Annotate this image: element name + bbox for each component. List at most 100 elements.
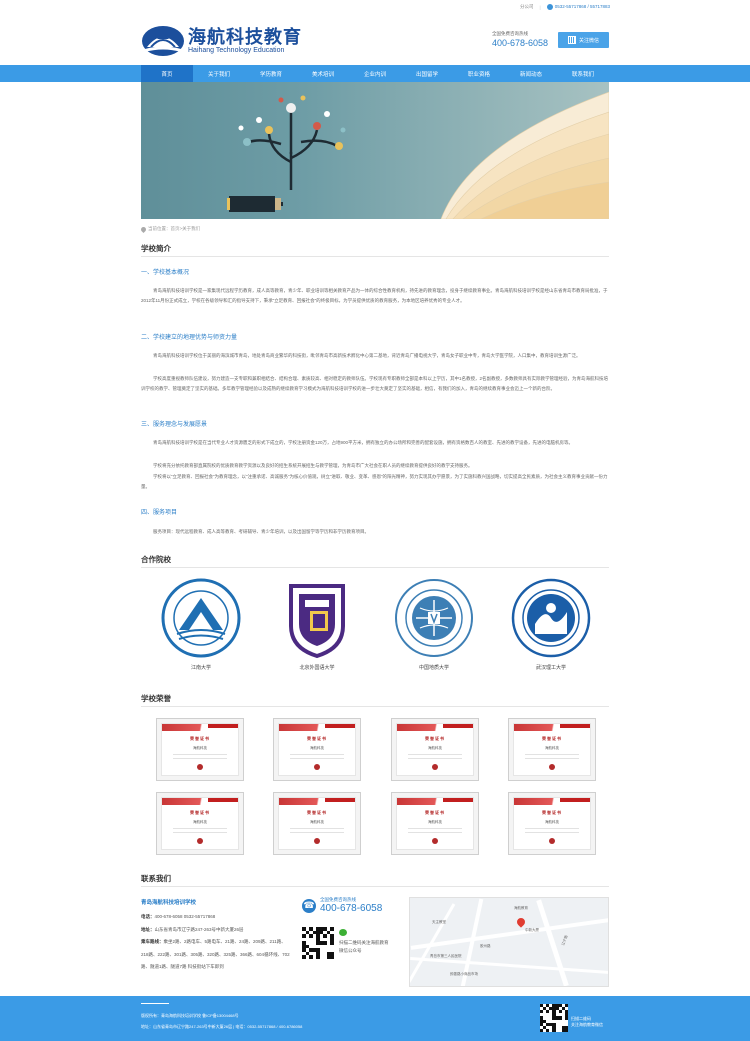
breadcrumb-text[interactable]: 当前位置：首页>关于我们 <box>148 226 200 232</box>
footer-copyright: 版权所有：青岛海航科技培训学校 鲁ICP备13004468号 <box>141 1013 239 1018</box>
nav-art[interactable]: 美术培训 <box>297 65 349 82</box>
partner-name: 江南大学 <box>190 665 211 671</box>
contact-address: 山东省青岛市辽宁路247-263号中新大厦26层 <box>154 926 244 932</box>
intro-paragraph-1-1: 青岛海航科技培训学校是一家集现代远程学历教育，成人高等教育，青少年、职业培训等相… <box>141 288 608 303</box>
hotline-label: 全国免费咨询热线 <box>492 31 528 36</box>
bfsu-seal-icon <box>289 584 345 658</box>
footer-wechat-desc: 关注海航教育微信 <box>571 1022 603 1027</box>
contact-phone: 400-678-6058 0532-55717868 <box>154 914 216 919</box>
brand-name-en: Haihang Technology Education <box>188 47 285 54</box>
certificate-card[interactable]: 荣誉证书 海航科技 <box>508 792 596 855</box>
header-hotline: 全国免费咨询热线 400-678-6058 <box>492 31 548 48</box>
contact-info: 青岛海航科技培训学校 电话：400-678-6058 0532-55717868… <box>141 898 291 974</box>
certificate-name: 海航科技 <box>545 820 559 824</box>
certificate-card[interactable]: 荣誉证书 海航科技 <box>273 718 361 781</box>
cug-seal-icon <box>395 579 473 657</box>
hero-banner <box>141 82 609 219</box>
whut-seal-icon <box>511 578 591 658</box>
seal-icon <box>197 838 203 844</box>
phone-icon <box>546 4 553 10</box>
intro-heading-3: 三、服务理念与发展愿景 <box>141 422 208 428</box>
seal-icon <box>432 764 438 770</box>
wechat-icon <box>339 929 347 936</box>
phone-label: 电话： <box>141 914 155 919</box>
certificate-card[interactable]: 荣誉证书 海航科技 <box>508 718 596 781</box>
certificate-card[interactable]: 荣誉证书 海航科技 <box>391 792 479 855</box>
phone-circle-icon: ☎ <box>302 898 316 913</box>
intro-paragraph-3-2: 学校将充分依托教育部直属院校的优质教育教学资源以及良好的招生系统开展招生与教学管… <box>153 463 473 468</box>
certificate-card[interactable]: 荣誉证书 海航科技 <box>391 718 479 781</box>
map-label: 胶州路 <box>480 944 491 948</box>
nav-study-abroad[interactable]: 出国留学 <box>401 65 453 82</box>
certificate-title: 荣誉证书 <box>307 810 327 815</box>
intro-paragraph-2-2: 学校高度重视教师队伍建设，努力建造一支专职和兼职相结合、结构合理、素质较高、相对… <box>141 376 608 391</box>
intro-paragraph-4-1: 服务项目：现代远程教育、成人高等教育、考研辅导、青少年培训，以及出国留学等学历和… <box>153 529 369 534</box>
follow-wechat-label: 关注微信 <box>578 37 599 44</box>
certificate-card[interactable]: 荣誉证书 海航科技 <box>273 792 361 855</box>
certificate-card[interactable]: 荣誉证书 海航科技 <box>156 792 244 855</box>
seal-icon <box>432 838 438 844</box>
contact-school: 青岛海航科技培训学校 <box>141 900 197 906</box>
certificate-name: 海航科技 <box>545 746 559 750</box>
footer-qr-code <box>540 1004 568 1032</box>
partner-name: 北京外国语大学 <box>299 665 335 671</box>
certificate-name: 海航科技 <box>428 820 442 824</box>
nav-home[interactable]: 首页 <box>141 65 193 82</box>
partner-jiangnan[interactable]: 江南大学 <box>156 578 246 671</box>
nav-about[interactable]: 关于我们 <box>193 65 245 82</box>
intro-paragraph-3-3: 学校将以“立足教育、回报社会”为教育理念，以“注重承诺、高诚服务”为核心价值观，… <box>141 474 608 489</box>
footer-address: 地址：山东省青岛市辽宁路247-263号中新大厦26层 | 电话：0532-55… <box>141 1024 303 1029</box>
intro-heading-1: 一、学校基本概况 <box>141 270 190 276</box>
top-contact-bar: 分公司 | 0532-55717868 / 55717883 <box>520 4 610 10</box>
wechat-follow: 扫描二维码关注海航教育微信公众号 <box>339 929 391 955</box>
certificate-name: 海航科技 <box>428 746 442 750</box>
map-pin-icon <box>515 916 527 928</box>
bus-label: 乘车路线： <box>141 939 164 944</box>
site-logo[interactable]: 海航科技教育 Haihang Technology Education <box>141 24 311 58</box>
contact-title: 联系我们 <box>141 874 171 883</box>
jiangnan-seal-icon <box>161 578 241 658</box>
intro-divider <box>141 256 609 257</box>
seal-icon <box>549 838 555 844</box>
footer-wechat: 扫描二维码 关注海航教育微信 <box>571 1016 603 1028</box>
honors-title: 学校荣誉 <box>141 694 171 703</box>
location-map[interactable]: 海航教育 中新大厦 辽宁路 胶州路 天主教堂 青岛市第三人民医院 即墨路小商品市… <box>409 897 609 987</box>
nav-contact[interactable]: 联系我们 <box>557 65 609 82</box>
certificate-name: 海航科技 <box>310 820 324 824</box>
wechat-qr-code <box>302 927 334 959</box>
main-nav: 首页 关于我们 学历教育 美术培训 企业内训 出国留学 职业资格 新闻动态 联系… <box>0 65 750 82</box>
certificate-name: 海航科技 <box>310 746 324 750</box>
intro-paragraph-3-1: 青岛海航科技培训学校是在当代专业人才资源匮乏的形式下成立的，学校注册资金120万… <box>153 440 574 445</box>
certificate-title: 荣誉证书 <box>542 810 562 815</box>
map-label: 辽宁路 <box>561 934 569 946</box>
seal-icon <box>314 838 320 844</box>
certificate-title: 荣誉证书 <box>190 810 210 815</box>
nav-news[interactable]: 新闻动态 <box>505 65 557 82</box>
branch-link[interactable]: 分公司 <box>520 4 534 10</box>
partner-name: 武汉理工大学 <box>535 665 566 671</box>
contact-hotline: ☎ 全国免费咨询热线 400-678-6058 <box>302 897 382 914</box>
honors-divider <box>141 706 609 707</box>
certificate-card[interactable]: 荣誉证书 海航科技 <box>156 718 244 781</box>
certificate-title: 荣誉证书 <box>425 810 445 815</box>
follow-wechat-button[interactable]: 关注微信 <box>558 32 609 48</box>
partner-name: 中国地质大学 <box>418 665 449 671</box>
intro-heading-2: 二、学校建立的地理优势与师资力量 <box>141 335 238 341</box>
certificate-title: 荣誉证书 <box>542 736 562 741</box>
address-label: 地址： <box>141 926 155 932</box>
certificate-name: 海航科技 <box>193 746 207 750</box>
partner-whut[interactable]: 武汉理工大学 <box>506 578 596 671</box>
nav-qualification[interactable]: 职业资格 <box>453 65 505 82</box>
map-label: 天主教堂 <box>432 920 446 924</box>
certificate-title: 荣誉证书 <box>307 736 327 741</box>
brand-name-cn: 海航科技教育 <box>188 27 302 47</box>
partner-bfsu[interactable]: 北京外国语大学 <box>272 578 362 671</box>
partner-cug[interactable]: 中国地质大学 <box>389 578 479 671</box>
contact-hotline-number: 400-678-6058 <box>320 903 383 914</box>
nav-corporate[interactable]: 企业内训 <box>349 65 401 82</box>
map-label: 中新大厦 <box>525 928 539 932</box>
nav-degree[interactable]: 学历教育 <box>245 65 297 82</box>
map-label: 青岛市第三人民医院 <box>430 954 462 958</box>
certificate-title: 荣誉证书 <box>425 736 445 741</box>
banner-illustration <box>227 91 609 219</box>
